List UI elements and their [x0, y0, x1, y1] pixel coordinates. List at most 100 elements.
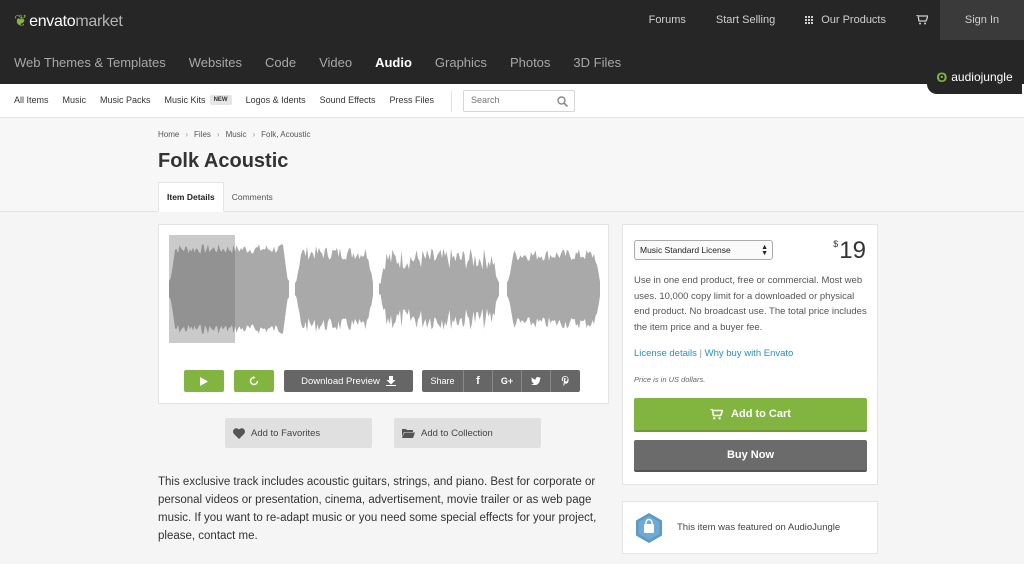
twitter-bird-icon: [531, 377, 541, 385]
our-products-link[interactable]: Our Products: [805, 14, 886, 26]
category-audio[interactable]: Audio: [375, 55, 412, 70]
featured-text: This item was featured on AudioJungle: [677, 522, 841, 533]
page-title: Folk Acoustic: [158, 150, 289, 172]
top-nav: Forums Start Selling Our Products Sign I…: [649, 0, 1024, 40]
license-description: Use in one end product, free or commerci…: [634, 275, 867, 333]
breadcrumb-folk-acoustic[interactable]: Folk, Acoustic: [261, 130, 310, 139]
loop-icon: [249, 376, 259, 386]
download-preview-label: Download Preview: [301, 375, 380, 387]
subnav-press-files[interactable]: Press Files: [389, 95, 434, 105]
add-to-favorites-button[interactable]: Add to Favorites: [225, 418, 372, 448]
license-links: License details | Why buy with Envato: [634, 348, 793, 359]
audiojungle-badge[interactable]: ʘ audiojungle: [927, 60, 1022, 94]
add-to-collection-button[interactable]: Add to Collection: [394, 418, 541, 448]
audiojungle-label: audiojungle: [951, 70, 1013, 84]
tab-item-details[interactable]: Item Details: [158, 182, 224, 212]
license-select[interactable]: Music Standard License ▲ ▼: [634, 240, 773, 260]
why-buy-link[interactable]: Why buy with Envato: [705, 348, 794, 359]
price-currency-note: Price is in US dollars.: [634, 375, 706, 384]
subnav-music[interactable]: Music: [63, 95, 87, 105]
google-plus-icon[interactable]: G+: [493, 370, 522, 392]
featured-badge-icon: [636, 512, 662, 543]
breadcrumb-home[interactable]: Home: [158, 130, 179, 139]
collection-label: Add to Collection: [421, 427, 493, 439]
loop-button[interactable]: [234, 370, 274, 392]
subnav-all-items[interactable]: All Items: [14, 95, 49, 105]
waveform-played-overlay: [169, 235, 235, 343]
download-preview-button[interactable]: Download Preview: [284, 370, 413, 392]
category-video[interactable]: Video: [319, 55, 352, 70]
forums-link[interactable]: Forums: [649, 14, 686, 26]
logo-sub-text: market: [75, 13, 123, 30]
favorites-label: Add to Favorites: [251, 427, 321, 439]
category-code[interactable]: Code: [265, 55, 296, 70]
price-box: Music Standard License ▲ ▼ $19 Use in one…: [622, 224, 878, 485]
play-icon: [200, 376, 208, 386]
twitter-icon[interactable]: [522, 370, 551, 392]
audio-player: Download Preview Share f G+: [158, 224, 609, 404]
item-description: This exclusive track includes acoustic g…: [158, 476, 597, 542]
download-icon: [385, 376, 396, 386]
category-3d-files[interactable]: 3D Files: [573, 55, 621, 70]
buy-now-button[interactable]: Buy Now: [634, 440, 867, 472]
breadcrumb-chevron-icon: ›: [185, 130, 189, 139]
waveform-segment: [295, 246, 373, 332]
add-to-cart-button[interactable]: Add to Cart: [634, 398, 867, 432]
item-price: $19: [833, 237, 866, 265]
subnav-logos-idents[interactable]: Logos & Idents: [246, 95, 306, 105]
subnav-sound-effects[interactable]: Sound Effects: [320, 95, 376, 105]
waveform-segment: [379, 248, 499, 330]
breadcrumb-music[interactable]: Music: [226, 130, 247, 139]
category-websites[interactable]: Websites: [189, 55, 242, 70]
folder-icon: [402, 429, 415, 438]
license-select-value: Music Standard License: [640, 245, 731, 255]
waveform-segment: [507, 249, 600, 329]
license-details-link[interactable]: License details: [634, 348, 697, 359]
link-separator: |: [699, 348, 702, 359]
sub-nav-items: All Items Music Music Packs Music Kits N…: [14, 95, 448, 105]
waveform[interactable]: [169, 235, 601, 343]
cart-icon[interactable]: [916, 15, 928, 25]
search-input[interactable]: [471, 95, 551, 105]
subnav-music-kits[interactable]: Music Kits: [165, 95, 206, 105]
facebook-icon[interactable]: f: [464, 370, 493, 392]
item-tabs: Item Details Comments: [158, 182, 281, 212]
heart-icon: [233, 427, 245, 439]
item-header: Home › Files › Music › Folk, Acoustic Folk …: [0, 118, 1024, 212]
logo-main-text: envato: [29, 13, 76, 30]
player-controls: Download Preview Share f G+: [159, 370, 610, 392]
currency-symbol: $: [833, 239, 839, 249]
category-graphics[interactable]: Graphics: [435, 55, 487, 70]
search-icon[interactable]: [557, 96, 568, 107]
play-button[interactable]: [184, 370, 224, 392]
featured-box: This item was featured on AudioJungle: [622, 501, 878, 554]
category-bar: Web Themes & Templates Websites Code Vid…: [0, 40, 1024, 84]
breadcrumb-chevron-icon: ›: [216, 130, 220, 139]
breadcrumb: Home › Files › Music › Folk, Acoustic: [158, 130, 317, 139]
subnav-divider: [451, 90, 452, 112]
sign-in-button[interactable]: Sign In: [940, 0, 1024, 40]
category-nav: Web Themes & Templates Websites Code Vid…: [14, 55, 644, 70]
sub-nav: All Items Music Music Packs Music Kits N…: [0, 84, 1024, 118]
search-box: [463, 90, 575, 112]
select-arrows-icon: ▲ ▼: [761, 244, 768, 257]
leaf-icon: ❦: [14, 13, 28, 30]
add-to-cart-label: Add to Cart: [731, 408, 791, 420]
price-value: 19: [839, 237, 866, 264]
category-photos[interactable]: Photos: [510, 55, 550, 70]
pinterest-p-icon: [561, 376, 569, 386]
subnav-music-packs[interactable]: Music Packs: [100, 95, 151, 105]
cart-icon: [710, 408, 724, 419]
envato-market-logo[interactable]: ❦ envatomarket: [14, 11, 123, 31]
top-bar: ❦ envatomarket Forums Start Selling Our P…: [0, 0, 1024, 40]
tab-comments[interactable]: Comments: [224, 182, 281, 212]
new-badge: NEW: [209, 95, 232, 105]
breadcrumb-files[interactable]: Files: [194, 130, 211, 139]
category-web-themes[interactable]: Web Themes & Templates: [14, 55, 166, 70]
breadcrumb-chevron-icon: ›: [252, 130, 256, 139]
pinterest-icon[interactable]: [551, 370, 580, 392]
share-group: Share f G+: [422, 370, 580, 392]
our-products-label: Our Products: [821, 14, 886, 26]
grid-icon: [805, 16, 814, 24]
start-selling-link[interactable]: Start Selling: [716, 14, 775, 26]
